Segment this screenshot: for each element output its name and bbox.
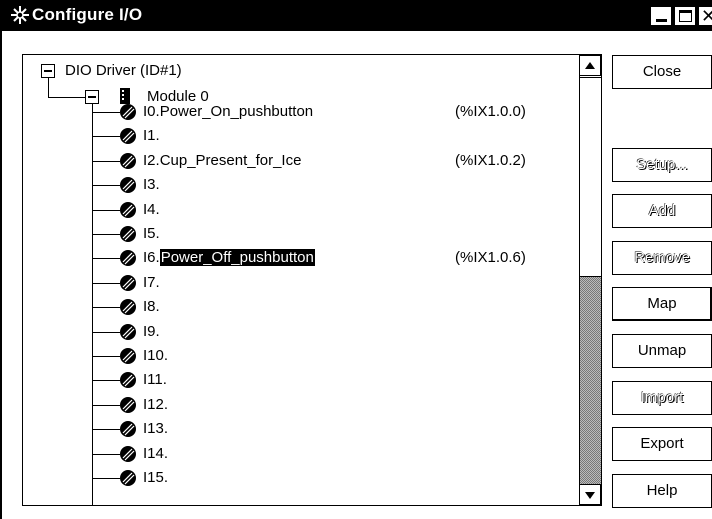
- close-window-button[interactable]: ✕: [698, 6, 712, 26]
- point-prefix: I6.: [143, 249, 160, 266]
- maximize-button[interactable]: [674, 6, 696, 26]
- point-label: I9.: [143, 320, 160, 344]
- point-prefix: I10.: [143, 347, 169, 364]
- point-prefix: I4.: [143, 201, 160, 218]
- point-prefix: I7.: [143, 274, 160, 291]
- tree-node-point[interactable]: I12.: [23, 393, 579, 417]
- point-label: I10.: [143, 344, 168, 368]
- point-name: Power_On_pushbutton: [159, 103, 314, 120]
- add-button[interactable]: Add: [612, 194, 712, 228]
- point-prefix: I13.: [143, 420, 169, 437]
- configure-io-window: Configure I/O ✕ DIO Driver (ID#1) Module: [0, 0, 712, 519]
- close-icon: ✕: [701, 6, 712, 26]
- scroll-up-button[interactable]: [580, 55, 601, 76]
- tree-node-driver[interactable]: DIO Driver (ID#1): [23, 59, 579, 83]
- point-label: I3.: [143, 173, 160, 197]
- close-button[interactable]: Close: [612, 55, 712, 89]
- minimize-button[interactable]: [650, 6, 672, 26]
- scroll-track[interactable]: [580, 277, 601, 484]
- point-label: I6.Power_Off_pushbutton: [143, 246, 315, 270]
- tree-node-point[interactable]: I11.: [23, 368, 579, 392]
- unmap-button[interactable]: Unmap: [612, 334, 712, 368]
- point-label: I7.: [143, 271, 160, 295]
- export-button[interactable]: Export: [612, 427, 712, 461]
- point-label: I12.: [143, 393, 168, 417]
- point-label: I1.: [143, 124, 160, 148]
- tree-node-point[interactable]: I5.: [23, 222, 579, 246]
- point-label: I0.Power_On_pushbutton: [143, 100, 313, 124]
- point-prefix: I8.: [143, 298, 160, 315]
- point-label: I4.: [143, 198, 160, 222]
- tree-node-point[interactable]: I10.: [23, 344, 579, 368]
- tree-node-point[interactable]: I15.: [23, 466, 579, 490]
- point-label: I8.: [143, 295, 160, 319]
- driver-label: DIO Driver (ID#1): [65, 62, 182, 79]
- setup-button[interactable]: Setup...: [612, 148, 712, 182]
- tree-node-point[interactable]: I3.: [23, 173, 579, 197]
- tree-node-point[interactable]: I9.: [23, 320, 579, 344]
- tree-node-point[interactable]: I4.: [23, 198, 579, 222]
- io-tree-view[interactable]: DIO Driver (ID#1) Module 0 I0.Power_On_p…: [22, 54, 602, 506]
- point-prefix: I14.: [143, 445, 169, 462]
- tree-node-point[interactable]: I1.: [23, 124, 579, 148]
- tree-node-point[interactable]: I0.Power_On_pushbutton (%IX1.0.0): [23, 100, 579, 124]
- point-label: I14.: [143, 442, 168, 466]
- tree-node-point[interactable]: I13.: [23, 417, 579, 441]
- remove-button[interactable]: Remove: [612, 241, 712, 275]
- point-address: (%IX1.0.6): [455, 249, 526, 266]
- point-prefix: I5.: [143, 225, 160, 242]
- tree-scrollbar[interactable]: [579, 55, 601, 505]
- point-name: Cup_Present_for_Ice: [159, 152, 302, 169]
- point-prefix: I12.: [143, 396, 169, 413]
- scroll-thumb[interactable]: [580, 77, 601, 277]
- title-bar[interactable]: Configure I/O ✕: [2, 0, 712, 31]
- arrow-down-icon: [585, 492, 595, 499]
- point-label: I5.: [143, 222, 160, 246]
- point-prefix: I11.: [143, 371, 167, 388]
- point-address: (%IX1.0.0): [455, 103, 526, 120]
- point-label: I11.: [143, 368, 167, 392]
- maximize-icon: [679, 10, 692, 22]
- point-prefix: I3.: [143, 176, 160, 193]
- point-label: I13.: [143, 417, 168, 441]
- point-label: I15.: [143, 466, 168, 490]
- tree-node-point[interactable]: I6.Power_Off_pushbutton (%IX1.0.6): [23, 246, 579, 270]
- map-button[interactable]: Map: [612, 287, 712, 321]
- minimize-icon: [656, 19, 667, 22]
- point-prefix: I9.: [143, 323, 160, 340]
- tree-node-point[interactable]: I2.Cup_Present_for_Ice (%IX1.0.2): [23, 149, 579, 173]
- point-name: Power_Off_pushbutton: [159, 249, 315, 266]
- tree-node-point[interactable]: I8.: [23, 295, 579, 319]
- tree-node-point[interactable]: I14.: [23, 442, 579, 466]
- point-prefix: I1.: [143, 127, 160, 144]
- io-config-icon: [11, 6, 29, 24]
- point-prefix: I0.: [143, 103, 160, 120]
- help-button[interactable]: Help: [612, 474, 712, 508]
- point-prefix: I15.: [143, 469, 169, 486]
- point-address: (%IX1.0.2): [455, 152, 526, 169]
- import-button[interactable]: Import: [612, 381, 712, 415]
- scroll-down-button[interactable]: [580, 484, 601, 505]
- window-title: Configure I/O: [32, 5, 143, 24]
- tree-node-point[interactable]: I7.: [23, 271, 579, 295]
- point-label: I2.Cup_Present_for_Ice: [143, 149, 301, 173]
- arrow-up-icon: [585, 62, 595, 69]
- point-prefix: I2.: [143, 152, 160, 169]
